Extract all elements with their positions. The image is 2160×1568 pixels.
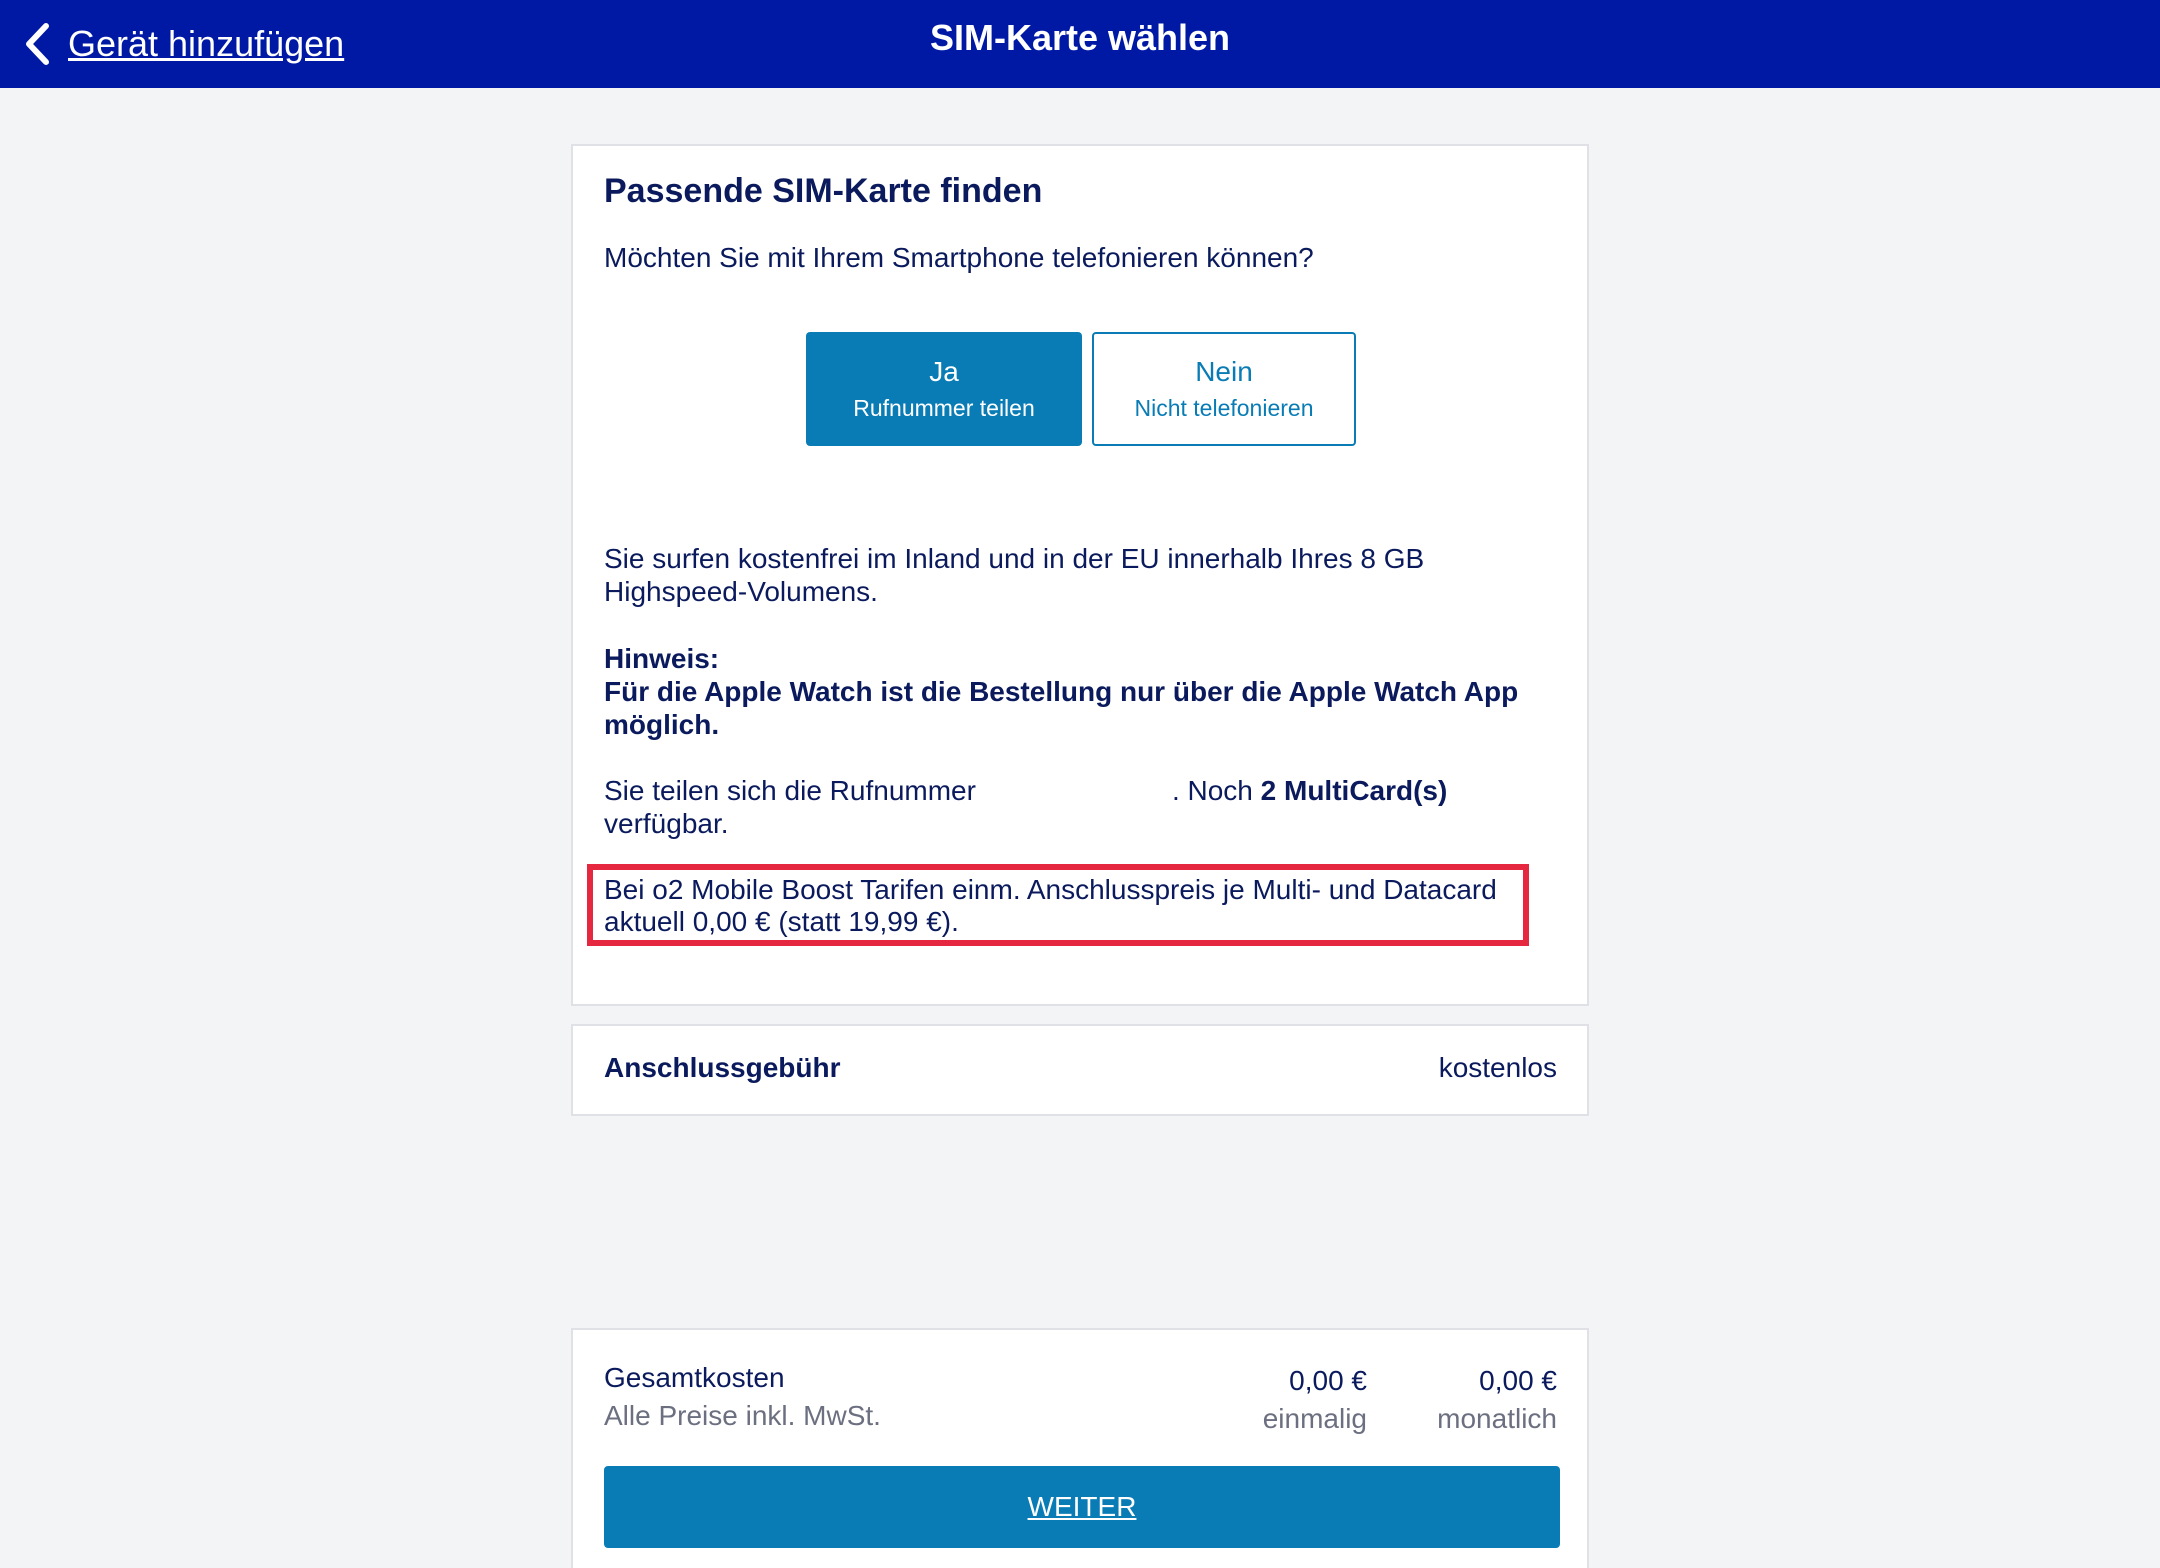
chevron-left-icon — [26, 23, 49, 65]
next-button[interactable]: WEITER — [604, 1466, 1560, 1548]
one-time-label: einmalig — [1262, 1403, 1367, 1434]
share-number-text: Sie teilen sich die Rufnummer . Noch 2 Mu… — [604, 774, 1524, 840]
hint-block: Hinweis: Für die Apple Watch ist die Bes… — [604, 642, 1544, 741]
share-suffix: verfügbar. — [604, 808, 729, 839]
option-yes-button[interactable]: Ja Rufnummer teilen — [806, 332, 1082, 446]
monthly-amount: 0,00 € — [1479, 1365, 1557, 1396]
option-no-button[interactable]: Nein Nicht telefonieren — [1092, 332, 1356, 446]
option-yes-label: Ja — [929, 356, 959, 387]
connection-fee-panel: Anschlussgebühr kostenlos — [571, 1024, 1589, 1116]
hint-title: Hinweis: — [604, 643, 720, 674]
share-prefix: Sie teilen sich die Rufnummer — [604, 775, 976, 806]
multicard-count: 2 MultiCard(s) — [1260, 775, 1448, 806]
monthly-label: monatlich — [1437, 1403, 1557, 1434]
option-yes-sublabel: Rufnummer teilen — [853, 395, 1035, 421]
one-time-amount: 0,00 € — [1289, 1365, 1367, 1396]
phone-question: Möchten Sie mit Ihrem Smartphone telefon… — [604, 242, 1314, 273]
option-no-sublabel: Nicht telefonieren — [1134, 395, 1314, 421]
top-navigation-bar: SIM-Karte wählen Gerät hinzufügen — [0, 0, 2160, 88]
total-label: Gesamtkosten — [604, 1362, 785, 1393]
fee-value: kostenlos — [1438, 1052, 1557, 1083]
fee-label: Anschlussgebühr — [604, 1052, 841, 1083]
hint-text: Für die Apple Watch ist die Bestellung n… — [604, 676, 1519, 740]
back-link-label[interactable]: Gerät hinzufügen — [68, 23, 344, 65]
one-time-price: 0,00 € einmalig — [1263, 1362, 1367, 1438]
promo-highlight-box: Bei o2 Mobile Boost Tarifen einm. Anschl… — [587, 864, 1529, 946]
share-middle: . Noch — [1171, 775, 1261, 806]
monthly-price: 0,00 € monatlich — [1437, 1362, 1557, 1438]
total-cost-panel: Gesamtkosten Alle Preise inkl. MwSt. 0,0… — [571, 1328, 1589, 1568]
panel-heading: Passende SIM-Karte finden — [604, 172, 1043, 210]
promo-text: Bei o2 Mobile Boost Tarifen einm. Anschl… — [604, 874, 1497, 937]
back-link[interactable]: Gerät hinzufügen — [22, 14, 344, 74]
option-no-label: Nein — [1195, 356, 1253, 387]
surf-info-text: Sie surfen kostenfrei im Inland und in d… — [604, 543, 1425, 607]
sim-card-selection-panel: Passende SIM-Karte finden Möchten Sie mi… — [571, 144, 1589, 1006]
vat-note: Alle Preise inkl. MwSt. — [604, 1400, 881, 1431]
